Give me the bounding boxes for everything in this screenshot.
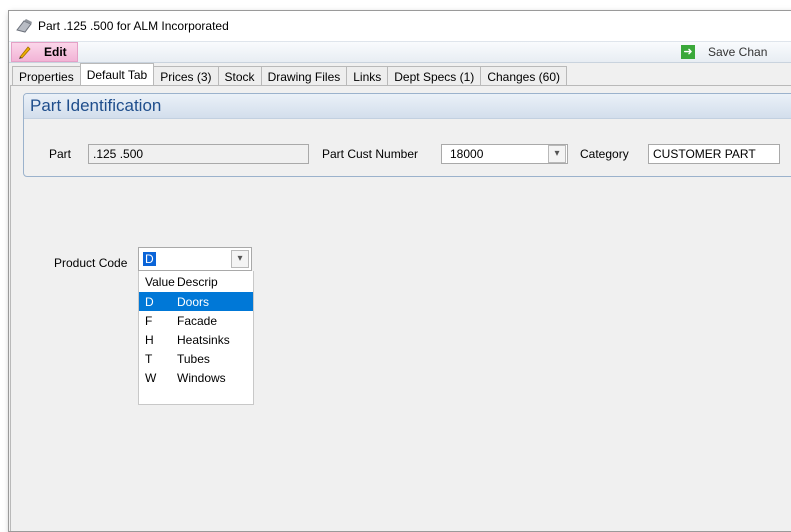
option-descrip: Doors	[177, 294, 210, 309]
option-descrip: Heatsinks	[177, 332, 230, 347]
product-code-dropdown-button[interactable]: ▾	[231, 250, 249, 268]
tab-links[interactable]: Links	[346, 66, 389, 86]
chevron-down-icon: ▾	[554, 148, 560, 159]
tab-drawing-files[interactable]: Drawing Files	[260, 66, 348, 86]
tab-stock[interactable]: Stock	[217, 66, 262, 86]
part-icon	[16, 19, 32, 33]
title-bar: Part .125 .500 for ALM Incorporated	[9, 11, 791, 41]
option-value: T	[145, 351, 153, 366]
option-descrip: Tubes	[177, 351, 210, 366]
column-header-descrip: Descrip	[177, 274, 218, 289]
option-descrip: Facade	[177, 313, 218, 328]
product-code-label: Product Code	[54, 256, 128, 270]
category-label: Category	[580, 147, 629, 161]
dropdown-header: Value Descrip	[139, 271, 253, 292]
category-field[interactable]: CUSTOMER PART	[648, 144, 780, 164]
dropdown-option[interactable]: F Facade	[139, 311, 253, 330]
part-field[interactable]: .125 .500	[88, 144, 309, 164]
edit-label: Edit	[44, 45, 67, 59]
part-identification-group: Part Identification	[23, 93, 791, 177]
save-label: Save Chan	[708, 45, 768, 59]
save-arrow-icon: ➜	[681, 45, 695, 59]
cust-number-value: 18000	[450, 147, 484, 161]
option-descrip: Windows	[177, 370, 226, 385]
tab-dept-specs[interactable]: Dept Specs (1)	[387, 66, 482, 86]
tab-strip: Properties Default Tab Prices (3) Stock …	[9, 63, 791, 86]
window-title: Part .125 .500 for ALM Incorporated	[38, 19, 229, 33]
column-header-value: Value	[145, 274, 175, 289]
dropdown-option[interactable]: D Doors	[139, 292, 253, 311]
product-code-dropdown-list: Value Descrip D Doors F Facade H Heatsin…	[138, 271, 254, 405]
dropdown-option[interactable]: H Heatsinks	[139, 330, 253, 349]
save-changes-button[interactable]: ➜ Save Chan	[681, 43, 767, 61]
product-code-value: D	[143, 252, 156, 266]
toolbar: Edit ➜ Save Chan	[9, 41, 791, 63]
cust-number-dropdown-button[interactable]: ▾	[548, 145, 566, 163]
part-window: Part .125 .500 for ALM Incorporated Edit…	[8, 10, 791, 532]
chevron-down-icon: ▾	[237, 253, 243, 264]
part-label: Part	[49, 147, 72, 161]
option-value: F	[145, 313, 153, 328]
cust-number-label: Part Cust Number	[322, 147, 419, 161]
option-value: W	[145, 370, 157, 385]
group-header: Part Identification	[24, 94, 791, 119]
dropdown-option[interactable]: T Tubes	[139, 349, 253, 368]
option-value: H	[145, 332, 154, 347]
edit-button[interactable]: Edit	[11, 42, 78, 62]
pencil-icon	[19, 46, 31, 59]
tab-prices[interactable]: Prices (3)	[153, 66, 219, 86]
tab-default[interactable]: Default Tab	[79, 63, 155, 86]
dropdown-option[interactable]: W Windows	[139, 368, 253, 387]
option-value: D	[145, 294, 154, 309]
tab-changes[interactable]: Changes (60)	[480, 66, 568, 86]
tab-properties[interactable]: Properties	[12, 66, 81, 86]
